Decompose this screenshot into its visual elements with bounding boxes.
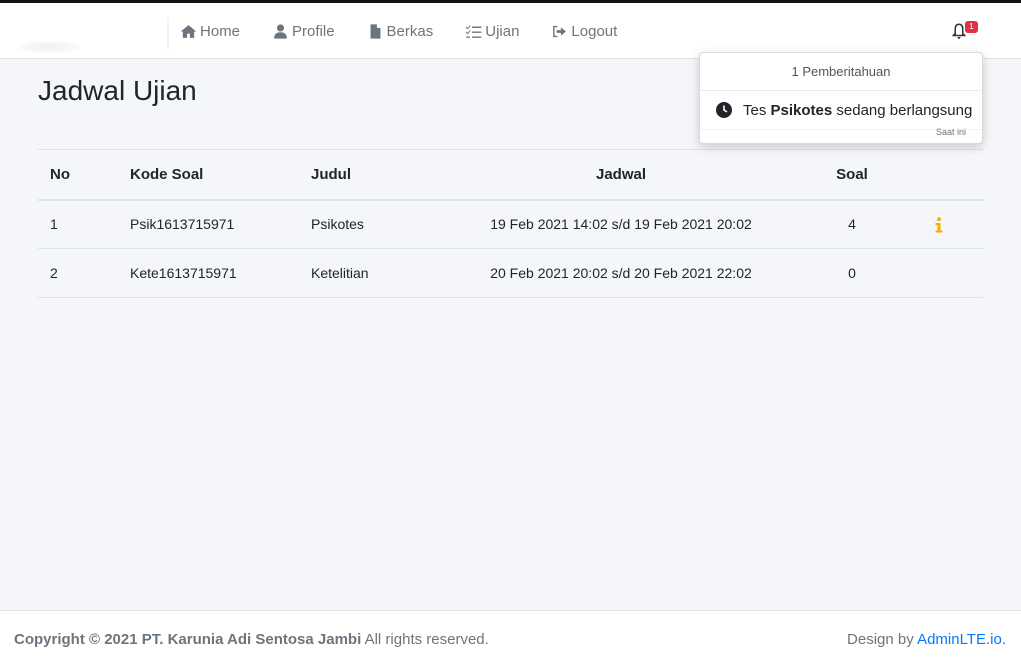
user-icon [274,23,287,39]
footer-credit: Design by AdminLTE.io. [847,631,1006,648]
nav-profile-link[interactable]: Profile [272,23,335,40]
nav-home-link[interactable]: Home [180,23,240,40]
cell-kode-soal: Kete1613715971 [118,248,299,298]
rights-text: All rights reserved. [361,631,489,648]
notification-item[interactable]: Tes Psikotes sedang berlangsung Saat ini [700,91,982,143]
nav-home-label: Home [200,22,241,40]
page-title: Jadwal Ujian [38,75,197,106]
notification-text: Tes Psikotes sedang berlangsung [743,102,972,119]
adminlte-link[interactable]: AdminLTE.io. [917,631,1006,648]
notification-count-badge: 1 [965,21,978,33]
footer-copyright: Copyright © 2021 PT. Karunia Adi Sentosa… [14,631,489,648]
home-icon [180,24,197,38]
nav-ujian-link[interactable]: Ujian [465,23,519,40]
table-row: 1 Psik1613715971 Psikotes 19 Feb 2021 14… [38,199,983,249]
cell-kode-soal: Psik1613715971 [118,199,299,249]
notification-suffix: sedang berlangsung [832,102,973,119]
nav-logout-link[interactable]: Logout [551,23,617,40]
nav-berkas-link[interactable]: Berkas [367,22,434,40]
cell-soal: 4 [809,199,895,249]
footer: Copyright © 2021 PT. Karunia Adi Sentosa… [0,610,1021,666]
table-row: 2 Kete1613715971 Ketelitian 20 Feb 2021 … [38,248,983,298]
info-icon[interactable] [934,217,944,233]
tasks-icon [465,24,482,38]
cell-judul: Ketelitian [299,248,433,298]
copyright-text: Copyright © 2021 PT. Karunia Adi Sentosa… [14,631,362,648]
cell-soal: 0 [809,248,895,298]
nav-berkas-label: Berkas [386,22,434,40]
nav-profile-label: Profile [292,22,335,40]
nav-logout-label: Logout [571,22,618,40]
notification-exam-name: Psikotes [770,102,833,119]
notification-dropdown: 1 Pemberitahuan Tes Psikotes sedang berl… [699,52,983,144]
header-jadwal: Jadwal [433,149,809,201]
notification-header: 1 Pemberitahuan [700,53,982,91]
file-icon [370,23,381,39]
cell-action [895,248,983,298]
notification-time: Saat ini [935,127,966,137]
header-kode-soal: Kode Soal [118,149,299,201]
cell-jadwal: 20 Feb 2021 20:02 s/d 20 Feb 2021 22:02 [433,248,809,298]
header-soal: Soal [809,149,895,201]
header-judul: Judul [299,149,433,201]
design-prefix: Design by [847,631,918,648]
nav-ujian-label: Ujian [485,22,520,40]
exam-schedule-table: No Kode Soal Judul Jadwal Soal 1 Psik161… [38,149,983,298]
table-header-row: No Kode Soal Judul Jadwal Soal [38,149,983,201]
header-action [895,149,983,201]
top-navbar: Home Profile Berkas Ujian Logout 1 [0,0,1021,59]
notification-prefix: Tes [743,102,771,119]
brand-logo-shadow [18,41,80,53]
cell-no: 1 [38,199,118,249]
header-no: No [38,149,118,201]
cell-action [895,199,983,249]
main-nav: Home Profile Berkas Ujian Logout [180,3,649,59]
clock-icon [716,102,732,118]
cell-judul: Psikotes [299,199,433,249]
nav-divider [167,17,169,49]
cell-no: 2 [38,248,118,298]
cell-jadwal: 19 Feb 2021 14:02 s/d 19 Feb 2021 20:02 [433,199,809,249]
sign-out-icon [553,25,567,37]
